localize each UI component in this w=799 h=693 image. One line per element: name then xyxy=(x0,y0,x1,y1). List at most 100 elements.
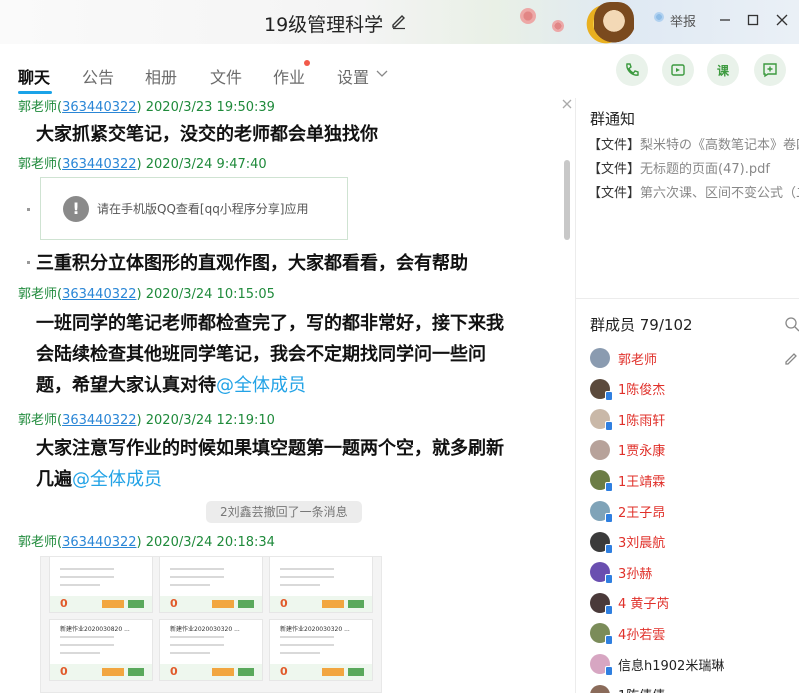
title-bar: 19级管理科学 举报 xyxy=(0,0,799,44)
member-name: 4 黄子芮 xyxy=(618,597,670,613)
phone-icon xyxy=(626,63,639,76)
tab-homework[interactable]: 作业 xyxy=(273,64,305,88)
member-item[interactable]: 1陈雨轩 xyxy=(590,407,666,432)
member-item[interactable]: 3刘晨航 xyxy=(590,530,665,554)
message-header: 郭老师(363440322) 2020/3/24 9:47:40 xyxy=(18,157,267,172)
chat-scrollbar-thumb[interactable] xyxy=(564,160,570,240)
member-name: 4孙若雲 xyxy=(618,627,666,643)
member-search-icon[interactable] xyxy=(784,316,799,332)
report-button[interactable]: 举报 xyxy=(670,11,696,30)
video-call-button[interactable] xyxy=(662,54,694,86)
mini-program-card[interactable]: ! 请在手机版QQ查看[qq小程序分享]应用 xyxy=(40,177,348,240)
member-item[interactable]: 1陈倩倩 xyxy=(590,683,665,693)
edit-icon[interactable] xyxy=(390,12,408,30)
active-tab-indicator xyxy=(18,91,52,94)
mobile-device-icon xyxy=(605,421,613,432)
member-name: 1贾永康 xyxy=(618,444,666,460)
message-time: 2020/3/24 10:15:05 xyxy=(145,287,275,302)
decoration-character xyxy=(594,2,634,44)
mention-all[interactable]: @全体成员 xyxy=(216,375,306,396)
avatar xyxy=(590,531,613,554)
sender-name: 郭老师 xyxy=(18,157,58,172)
message-time: 2020/3/24 9:47:40 xyxy=(145,157,267,172)
member-name: 3孙赫 xyxy=(618,566,653,582)
close-icon xyxy=(776,14,788,26)
mention-all[interactable]: @全体成员 xyxy=(72,469,162,490)
message-text: 大家注意写作业的时候如果填空题第一题两个空，就多刷新 几遍@全体成员 xyxy=(36,438,504,490)
recall-notice: 2刘鑫芸撤回了一条消息 xyxy=(206,501,362,523)
member-item[interactable]: 4 黄子芮 xyxy=(590,591,669,615)
member-name: 2王子昂 xyxy=(618,505,666,521)
sender-name: 郭老师 xyxy=(18,100,58,115)
homework-screenshot-image[interactable]: 0 0 0 新建作业2020030820 ... 0 新建作业202003032… xyxy=(40,556,382,693)
mobile-device-icon xyxy=(605,666,613,676)
tab-files[interactable]: 文件 xyxy=(210,64,242,88)
member-item[interactable]: 3孙赫 xyxy=(590,560,653,585)
member-name: 3刘晨航 xyxy=(618,536,666,552)
member-item[interactable]: 1陈俊杰 xyxy=(590,377,665,401)
course-button[interactable]: 课 xyxy=(707,54,739,86)
member-item[interactable]: 4孙若雲 xyxy=(590,621,666,646)
plus-chat-icon xyxy=(763,63,777,78)
tab-chat[interactable]: 聊天 xyxy=(18,64,50,88)
sender-qq-link[interactable]: 363440322 xyxy=(62,157,136,172)
divider xyxy=(576,298,799,299)
avatar xyxy=(590,378,613,401)
member-item[interactable]: 1贾永康 xyxy=(590,438,665,462)
avatar xyxy=(590,654,613,676)
close-button[interactable] xyxy=(770,8,794,32)
tab-announcement[interactable]: 公告 xyxy=(82,64,114,88)
notice-item[interactable]: 【文件】无标题的页面(47).pdf xyxy=(588,158,770,177)
sender-name: 郭老师 xyxy=(18,535,58,550)
member-item[interactable]: 信息h1902米瑞琳 xyxy=(590,652,724,676)
message-time: 2020/3/24 12:19:10 xyxy=(145,413,275,428)
mobile-device-icon xyxy=(605,574,613,585)
member-name: 1陈雨轩 xyxy=(618,413,666,429)
tab-album[interactable]: 相册 xyxy=(145,64,177,88)
mobile-device-icon xyxy=(605,482,613,493)
minimize-button[interactable] xyxy=(713,8,737,32)
minimize-icon xyxy=(720,19,730,21)
edit-icon[interactable] xyxy=(784,350,799,366)
message-time: 2020/3/24 20:18:34 xyxy=(145,535,275,550)
sender-qq-link[interactable]: 363440322 xyxy=(62,287,136,302)
voice-call-button[interactable] xyxy=(616,54,648,86)
mobile-device-icon xyxy=(605,390,613,401)
message-header: 郭老师(363440322) 2020/3/24 12:19:10 xyxy=(18,413,275,428)
member-name: 1陈俊杰 xyxy=(618,383,666,399)
member-item[interactable]: 郭老师 xyxy=(590,346,657,370)
member-item[interactable]: 1王靖霖 xyxy=(590,468,665,493)
homework-card: 新建作业2020030820 ... 0 xyxy=(49,619,153,681)
member-item[interactable]: 2王子昂 xyxy=(590,499,665,523)
group-notice-title: 群通知 xyxy=(590,110,636,128)
tab-settings[interactable]: 设置 xyxy=(337,64,369,88)
avatar xyxy=(590,470,613,493)
close-icon[interactable] xyxy=(561,98,573,110)
add-app-button[interactable] xyxy=(754,54,786,86)
notification-dot xyxy=(304,60,310,66)
avatar xyxy=(590,501,613,523)
avatar xyxy=(590,409,613,432)
decoration-flower xyxy=(520,8,536,24)
notice-item[interactable]: 【文件】梨米特の《高数笔记本》卷四 xyxy=(588,134,799,153)
chat-area: 郭老师(363440322) 2020/3/23 19:50:39 大家抓紧交笔… xyxy=(0,98,560,693)
maximize-icon xyxy=(747,14,759,26)
group-sidebar: 群通知 【文件】梨米特の《高数笔记本》卷四 【文件】无标题的页面(47).pdf… xyxy=(575,98,799,693)
video-icon xyxy=(671,64,685,76)
message-text: 三重积分立体图形的直观作图，大家都看看，会有帮助 xyxy=(36,253,468,274)
sender-qq-link[interactable]: 363440322 xyxy=(62,535,136,550)
maximize-button[interactable] xyxy=(741,8,765,32)
avatar xyxy=(590,623,613,646)
notice-item[interactable]: 【文件】第六次课、区间不变公式（二 xyxy=(588,182,799,201)
avatar xyxy=(590,348,610,368)
homework-card: 0 xyxy=(159,557,263,613)
group-title: 19级管理科学 xyxy=(264,14,384,36)
mobile-device-icon xyxy=(605,604,613,615)
message-text: 一班同学的笔记老师都检查完了，写的都非常好，接下来我 会陆续检查其他班同学笔记，… xyxy=(36,313,504,396)
mobile-device-icon xyxy=(605,635,613,646)
homework-card: 0 xyxy=(49,557,153,613)
bullet-dot xyxy=(27,208,30,211)
course-label: 课 xyxy=(716,63,729,78)
sender-qq-link[interactable]: 363440322 xyxy=(62,100,136,115)
sender-qq-link[interactable]: 363440322 xyxy=(62,413,136,428)
